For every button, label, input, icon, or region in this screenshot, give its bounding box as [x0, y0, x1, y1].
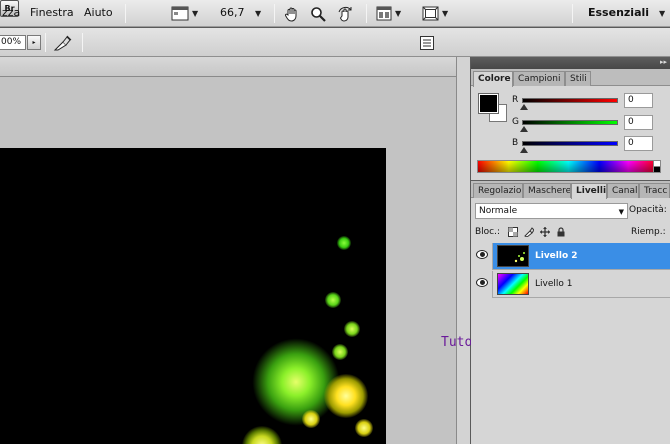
- panel-dock: ▸▸ Colore Campioni Stili R 0 G 0 B 0 Reg…: [471, 57, 670, 444]
- layers-panel: Regolazio Maschere Livelli Canali Tracc …: [471, 181, 670, 444]
- screen-mode-button[interactable]: ▼: [422, 4, 448, 23]
- eye-icon: [476, 278, 488, 287]
- tab-livelli[interactable]: Livelli: [571, 183, 607, 199]
- foreground-color-swatch[interactable]: [478, 93, 499, 114]
- layers-panel-tabs: Regolazio Maschere Livelli Canali Tracc: [471, 181, 670, 199]
- tab-stili[interactable]: Stili: [565, 71, 591, 86]
- layer-row-livello-2[interactable]: Livello 2: [471, 243, 670, 270]
- screen-mode-icon: [422, 6, 439, 21]
- workspace-switcher[interactable]: Essenziali: [588, 6, 649, 19]
- document-area: [0, 57, 470, 444]
- lock-all-icon[interactable]: [556, 227, 566, 237]
- menu-item-aiuto[interactable]: Aiuto: [84, 6, 113, 19]
- glow-dot: [344, 321, 360, 337]
- toolbar-divider: [274, 4, 275, 23]
- blue-value-field[interactable]: 0: [624, 136, 653, 151]
- tab-maschere[interactable]: Maschere: [523, 183, 571, 198]
- airbrush-button[interactable]: [53, 33, 73, 52]
- visibility-toggle[interactable]: [471, 271, 493, 298]
- eye-icon: [476, 250, 488, 259]
- toolbar-divider: [366, 4, 367, 23]
- color-spectrum-bar[interactable]: [477, 160, 660, 173]
- zoom-level[interactable]: 66,7: [220, 6, 245, 19]
- glow-dot: [355, 419, 373, 437]
- airbrush-icon: [53, 35, 72, 50]
- layer-row-livello-1[interactable]: Livello 1: [471, 271, 670, 298]
- toolbar-divider: [45, 33, 46, 52]
- menu-item-modifica[interactable]: zza: [2, 6, 20, 19]
- opacity-field[interactable]: 00%: [0, 35, 26, 50]
- tab-colore[interactable]: Colore: [473, 71, 513, 87]
- color-panel: Colore Campioni Stili R 0 G 0 B 0: [471, 69, 670, 180]
- fill-label: Riemp.:: [631, 227, 666, 237]
- panel-dock-divider[interactable]: [456, 57, 470, 444]
- layer-name[interactable]: Livello 1: [535, 279, 572, 289]
- panel-dock-header[interactable]: ▸▸: [471, 57, 670, 69]
- glow-dot: [337, 236, 351, 250]
- zoom-tool-button[interactable]: [310, 4, 326, 23]
- blend-mode-select[interactable]: Normale ▼: [475, 203, 628, 219]
- glow-dot: [325, 292, 341, 308]
- red-slider[interactable]: [522, 98, 618, 103]
- tab-campioni[interactable]: Campioni: [513, 71, 565, 86]
- rotate-view-icon: [338, 6, 352, 22]
- tab-tracciati[interactable]: Tracc: [639, 183, 670, 198]
- arrange-documents-icon: [376, 6, 392, 21]
- layer-name[interactable]: Livello 2: [535, 251, 578, 261]
- view-extras-icon: [171, 6, 189, 21]
- options-bar: 00% ▸: [0, 28, 670, 57]
- color-panel-tabs: Colore Campioni Stili: [471, 69, 670, 87]
- red-value-field[interactable]: 0: [624, 93, 653, 108]
- lock-label: Bloc.:: [475, 227, 501, 237]
- menu-bar: zza Finestra Aiuto Br ▼ 66,7 ▼ ▼ ▼ Essen…: [0, 0, 670, 27]
- brush-panel-icon: [420, 35, 434, 50]
- green-value-field[interactable]: 0: [624, 115, 653, 130]
- document-tab-bar[interactable]: [0, 57, 470, 77]
- canvas[interactable]: [0, 148, 386, 444]
- chevron-down-icon: ▼: [618, 208, 624, 216]
- black-white-swatch[interactable]: [653, 160, 661, 173]
- chevron-down-icon: ▼: [442, 9, 449, 18]
- glow-orb: [242, 426, 282, 444]
- glow-dot: [302, 410, 320, 428]
- blue-slider-thumb[interactable]: [520, 147, 528, 153]
- glow-orb: [324, 374, 368, 418]
- workspace-chevron-down-icon[interactable]: ▼: [659, 9, 665, 18]
- channel-label-g: G: [512, 117, 519, 127]
- magnifier-icon: [311, 6, 326, 22]
- hand-tool-button[interactable]: [284, 4, 300, 23]
- glow-orb: [252, 338, 340, 426]
- red-slider-thumb[interactable]: [520, 104, 528, 110]
- toolbar-divider: [125, 4, 126, 23]
- green-slider-thumb[interactable]: [520, 126, 528, 132]
- lock-position-icon[interactable]: [540, 227, 550, 237]
- tab-canali[interactable]: Canali: [607, 183, 639, 198]
- toolbar-divider: [572, 4, 573, 23]
- channel-label-r: R: [512, 95, 519, 105]
- view-extras-button[interactable]: ▼: [171, 4, 198, 23]
- layer-thumbnail: [497, 273, 529, 295]
- lock-image-pixels-icon[interactable]: [524, 227, 535, 238]
- blue-slider[interactable]: [522, 141, 618, 146]
- glow-dot: [332, 344, 348, 360]
- channel-label-b: B: [512, 138, 519, 148]
- layer-thumbnail: [497, 245, 529, 267]
- opacity-label: Opacità:: [629, 205, 667, 215]
- rotate-view-button[interactable]: [337, 4, 355, 23]
- menu-item-finestra[interactable]: Finestra: [30, 6, 74, 19]
- lock-transparent-pixels-icon[interactable]: [508, 227, 518, 237]
- opacity-arrow-icon[interactable]: ▸: [27, 35, 41, 50]
- blend-mode-value: Normale: [479, 206, 518, 216]
- zoom-chevron-down-icon[interactable]: ▼: [255, 9, 261, 18]
- collapse-arrows-icon[interactable]: ▸▸: [660, 58, 667, 66]
- brush-panel-button[interactable]: [419, 33, 435, 52]
- arrange-documents-button[interactable]: ▼: [376, 4, 401, 23]
- hand-icon: [284, 7, 297, 22]
- tab-regolazioni[interactable]: Regolazio: [473, 183, 523, 198]
- chevron-down-icon: ▼: [192, 9, 199, 18]
- chevron-down-icon: ▼: [395, 9, 402, 18]
- toolbar-divider: [82, 33, 83, 52]
- visibility-toggle[interactable]: [471, 243, 493, 270]
- green-slider[interactable]: [522, 120, 618, 125]
